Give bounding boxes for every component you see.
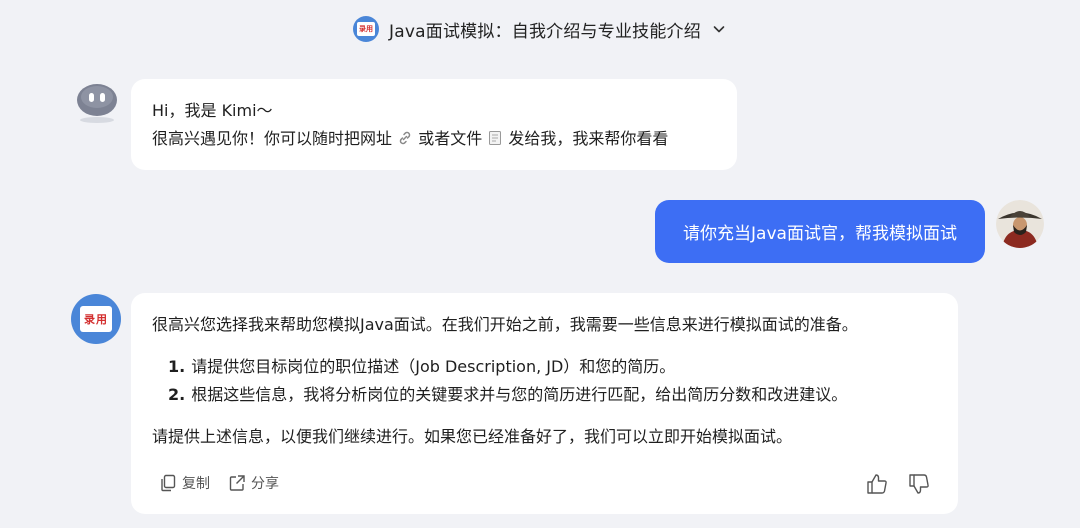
reply-outro: 请提供上述信息，以便我们继续进行。如果您已经准备好了，我们可以立即开始模拟面试。 [152,427,793,446]
reply-list-item: 1. 请提供您目标岗位的职位描述（Job Description, JD）和您的简… [168,353,937,381]
list-item-text: 根据这些信息，我将分析岗位的关键要求并与您的简历进行匹配，给出简历分数和改进建议… [191,385,848,404]
reply-list-item: 2. 根据这些信息，我将分析岗位的关键要求并与您的简历进行匹配，给出简历分数和改进… [168,381,937,409]
user-message: 请你充当Java面试官，帮我模拟面试 [655,200,985,263]
avatar-badge-text: 录用 [357,22,376,36]
interviewer-avatar-text: 录用 [80,306,112,332]
reply-list: 1. 请提供您目标岗位的职位描述（Job Description, JD）和您的简… [168,353,937,409]
assistant-reply: 很高兴您选择我来帮助您模拟Java面试。在我们开始之前，我需要一些信息来进行模拟… [131,293,958,514]
message-actions: 复制 分享 [159,473,279,493]
copy-button[interactable]: 复制 [159,473,210,493]
greeting-message: Hi，我是 Kimi～ 很高兴遇见你！你可以随时把网址 或者文件 发给我，我来帮… [131,79,737,170]
list-item-number: 2. [168,385,186,404]
feedback-buttons [866,473,930,495]
copy-icon [161,474,176,492]
kimi-avatar [77,84,117,123]
greeting-line-1: Hi，我是 Kimi～ [152,101,273,120]
thumbs-down-icon[interactable] [908,473,930,495]
user-avatar[interactable] [996,200,1044,248]
conversation-avatar: 录用 [353,16,380,42]
share-icon [229,475,245,491]
copy-label: 复制 [182,476,210,492]
share-label: 分享 [251,476,279,492]
greeting-line-2: 很高兴遇见你！你可以随时把网址 或者文件 发给我，我来帮你看看 [152,125,716,153]
thumbs-up-icon[interactable] [866,473,888,495]
conversation-header[interactable]: 录用 Java面试模拟：自我介绍与专业技能介绍 [0,14,1080,44]
greeting-text-c: 发给我，我来帮你看看 [508,129,669,148]
reply-intro: 很高兴您选择我来帮助您模拟Java面试。在我们开始之前，我需要一些信息来进行模拟… [152,315,858,334]
list-item-text: 请提供您目标岗位的职位描述（Job Description, JD）和您的简历。 [191,357,676,376]
chevron-down-icon[interactable] [711,21,727,37]
list-item-number: 1. [168,357,186,376]
conversation-title: Java面试模拟：自我介绍与专业技能介绍 [389,21,701,42]
greeting-text-a: 很高兴遇见你！你可以随时把网址 [152,129,393,148]
user-message-text: 请你充当Java面试官，帮我模拟面试 [683,224,957,244]
share-button[interactable]: 分享 [228,473,279,493]
greeting-text-b: 或者文件 [418,129,483,148]
file-icon [489,131,502,145]
interviewer-avatar: 录用 [71,294,121,344]
link-icon [399,131,411,145]
